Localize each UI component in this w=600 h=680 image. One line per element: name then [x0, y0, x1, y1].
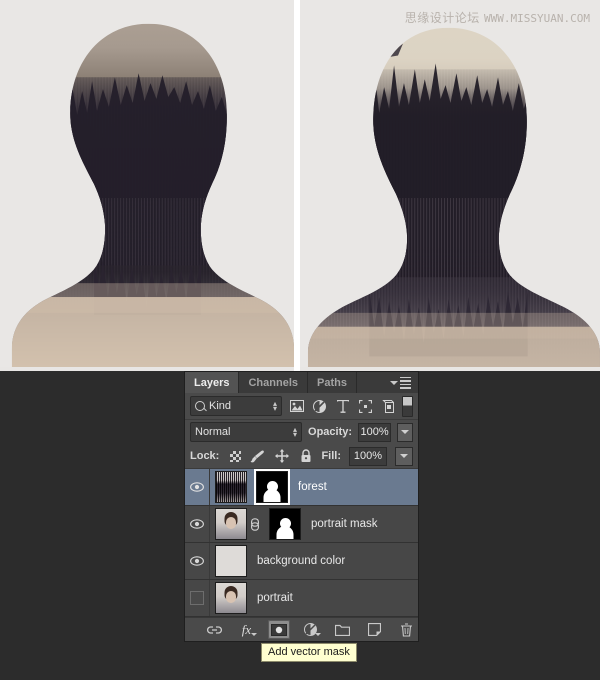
lock-all-icon[interactable]	[298, 449, 313, 463]
panel-tab-bar: Layers Channels Paths	[185, 372, 418, 393]
filter-kind-select[interactable]: Kind ▴ ▾	[190, 396, 282, 416]
portrait-thumbnail[interactable]	[215, 508, 247, 540]
lock-label: Lock:	[190, 450, 220, 462]
opacity-label: Opacity:	[308, 426, 353, 438]
filter-pixel-layers-icon[interactable]	[289, 399, 304, 413]
filter-type-layers-icon[interactable]	[335, 399, 350, 413]
layer-visibility-toggle[interactable]	[185, 543, 210, 579]
vector-mask-thumbnail[interactable]	[254, 469, 290, 505]
blend-mode-value: Normal	[195, 426, 231, 438]
fill-label: Fill:	[321, 450, 341, 462]
layers-panel: Layers Channels Paths Kind ▴ ▾ Normal ▴ …	[184, 371, 419, 642]
link-icon[interactable]	[249, 517, 260, 531]
layer-list: forest portrait mask background color po…	[185, 469, 418, 617]
layer-row-portrait-mask[interactable]: portrait mask	[185, 506, 418, 543]
magnifier-icon	[195, 401, 205, 411]
watermark: 思缘设计论坛 WWW.MISSYUAN.COM	[405, 9, 590, 26]
layer-row-background-color[interactable]: background color	[185, 543, 418, 580]
new-adjustment-layer-button[interactable]	[300, 620, 322, 639]
layer-visibility-toggle[interactable]	[185, 469, 210, 505]
tab-paths-label: Paths	[317, 376, 347, 389]
layer-row-forest[interactable]: forest	[185, 469, 418, 506]
panel-bottom-toolbar: fx	[185, 617, 418, 641]
filter-toggle-switch[interactable]	[402, 395, 413, 417]
eye-icon	[190, 482, 204, 492]
silhouette-left	[0, 0, 295, 368]
portrait-thumbnail[interactable]	[215, 582, 247, 614]
tab-layers[interactable]: Layers	[185, 372, 240, 393]
layer-name-background-color: background color	[257, 555, 346, 567]
chevron-down-icon	[390, 380, 398, 385]
new-group-button[interactable]	[332, 620, 354, 639]
layer-name-portrait: portrait	[257, 592, 293, 604]
eye-off-icon	[190, 591, 204, 605]
filter-shape-layers-icon[interactable]	[358, 399, 373, 413]
opacity-value: 100%	[360, 426, 389, 438]
fill-input[interactable]: 100%	[349, 446, 387, 466]
chevron-down-icon	[401, 430, 410, 434]
watermark-cn: 思缘设计论坛	[404, 11, 480, 25]
lock-icon-group	[230, 449, 313, 463]
fill-dropdown-button[interactable]	[395, 446, 413, 466]
opacity-input[interactable]: 100%	[358, 422, 392, 442]
tab-channels-label: Channels	[248, 376, 298, 389]
layer-visibility-toggle[interactable]	[185, 580, 210, 616]
canvas-area: 思缘设计论坛 WWW.MISSYUAN.COM	[0, 0, 600, 371]
eye-icon	[190, 556, 204, 566]
filter-kind-label: Kind	[209, 400, 232, 412]
fill-value: 100%	[353, 450, 383, 462]
stepper-arrows-icon: ▴ ▾	[293, 425, 298, 439]
layer-name-portrait-mask: portrait mask	[311, 518, 378, 530]
new-layer-button[interactable]	[364, 620, 386, 639]
tab-channels[interactable]: Channels	[239, 372, 308, 393]
filter-adjustment-layers-icon[interactable]	[312, 399, 327, 413]
layer-row-portrait[interactable]: portrait	[185, 580, 418, 617]
lock-transparent-pixels-icon[interactable]	[230, 450, 242, 462]
tooltip-add-vector-mask: Add vector mask	[261, 643, 357, 662]
image-right-double-exposure: 思缘设计论坛 WWW.MISSYUAN.COM	[300, 0, 600, 371]
opacity-dropdown-button[interactable]	[397, 422, 413, 442]
image-left-double-exposure	[0, 0, 295, 371]
chevron-down-icon	[400, 454, 408, 458]
tab-paths[interactable]: Paths	[308, 372, 357, 393]
stepper-arrows-icon: ▴ ▾	[272, 399, 277, 413]
hamburger-icon	[400, 376, 411, 389]
panel-menu-icon[interactable]	[390, 372, 418, 393]
delete-layer-button[interactable]	[396, 620, 418, 639]
layer-name-forest: forest	[298, 481, 327, 493]
tooltip-text: Add vector mask	[268, 646, 350, 658]
filter-row: Kind ▴ ▾	[185, 393, 418, 420]
link-layers-button[interactable]	[204, 620, 226, 639]
blend-mode-select[interactable]: Normal ▴ ▾	[190, 422, 303, 442]
lock-row: Lock: Fill: 100%	[185, 444, 418, 469]
chevron-down-icon	[250, 633, 257, 636]
layer-style-button[interactable]: fx	[236, 620, 258, 639]
lock-position-icon[interactable]	[274, 449, 289, 463]
tab-layers-label: Layers	[194, 376, 230, 389]
watermark-en: WWW.MISSYUAN.COM	[484, 12, 590, 25]
layer-mask-thumbnail[interactable]	[269, 508, 301, 540]
filter-smart-object-icon[interactable]	[381, 399, 396, 413]
filter-icon-group	[289, 399, 396, 413]
lock-image-pixels-icon[interactable]	[250, 449, 265, 463]
silhouette-right	[300, 0, 600, 368]
chevron-down-icon	[314, 633, 321, 636]
solid-color-thumbnail[interactable]	[215, 545, 247, 577]
blend-mode-row: Normal ▴ ▾ Opacity: 100%	[185, 420, 418, 444]
forest-thumbnail[interactable]	[215, 471, 247, 503]
layer-visibility-toggle[interactable]	[185, 506, 210, 542]
add-layer-mask-button[interactable]	[267, 620, 290, 639]
eye-icon	[190, 519, 204, 529]
